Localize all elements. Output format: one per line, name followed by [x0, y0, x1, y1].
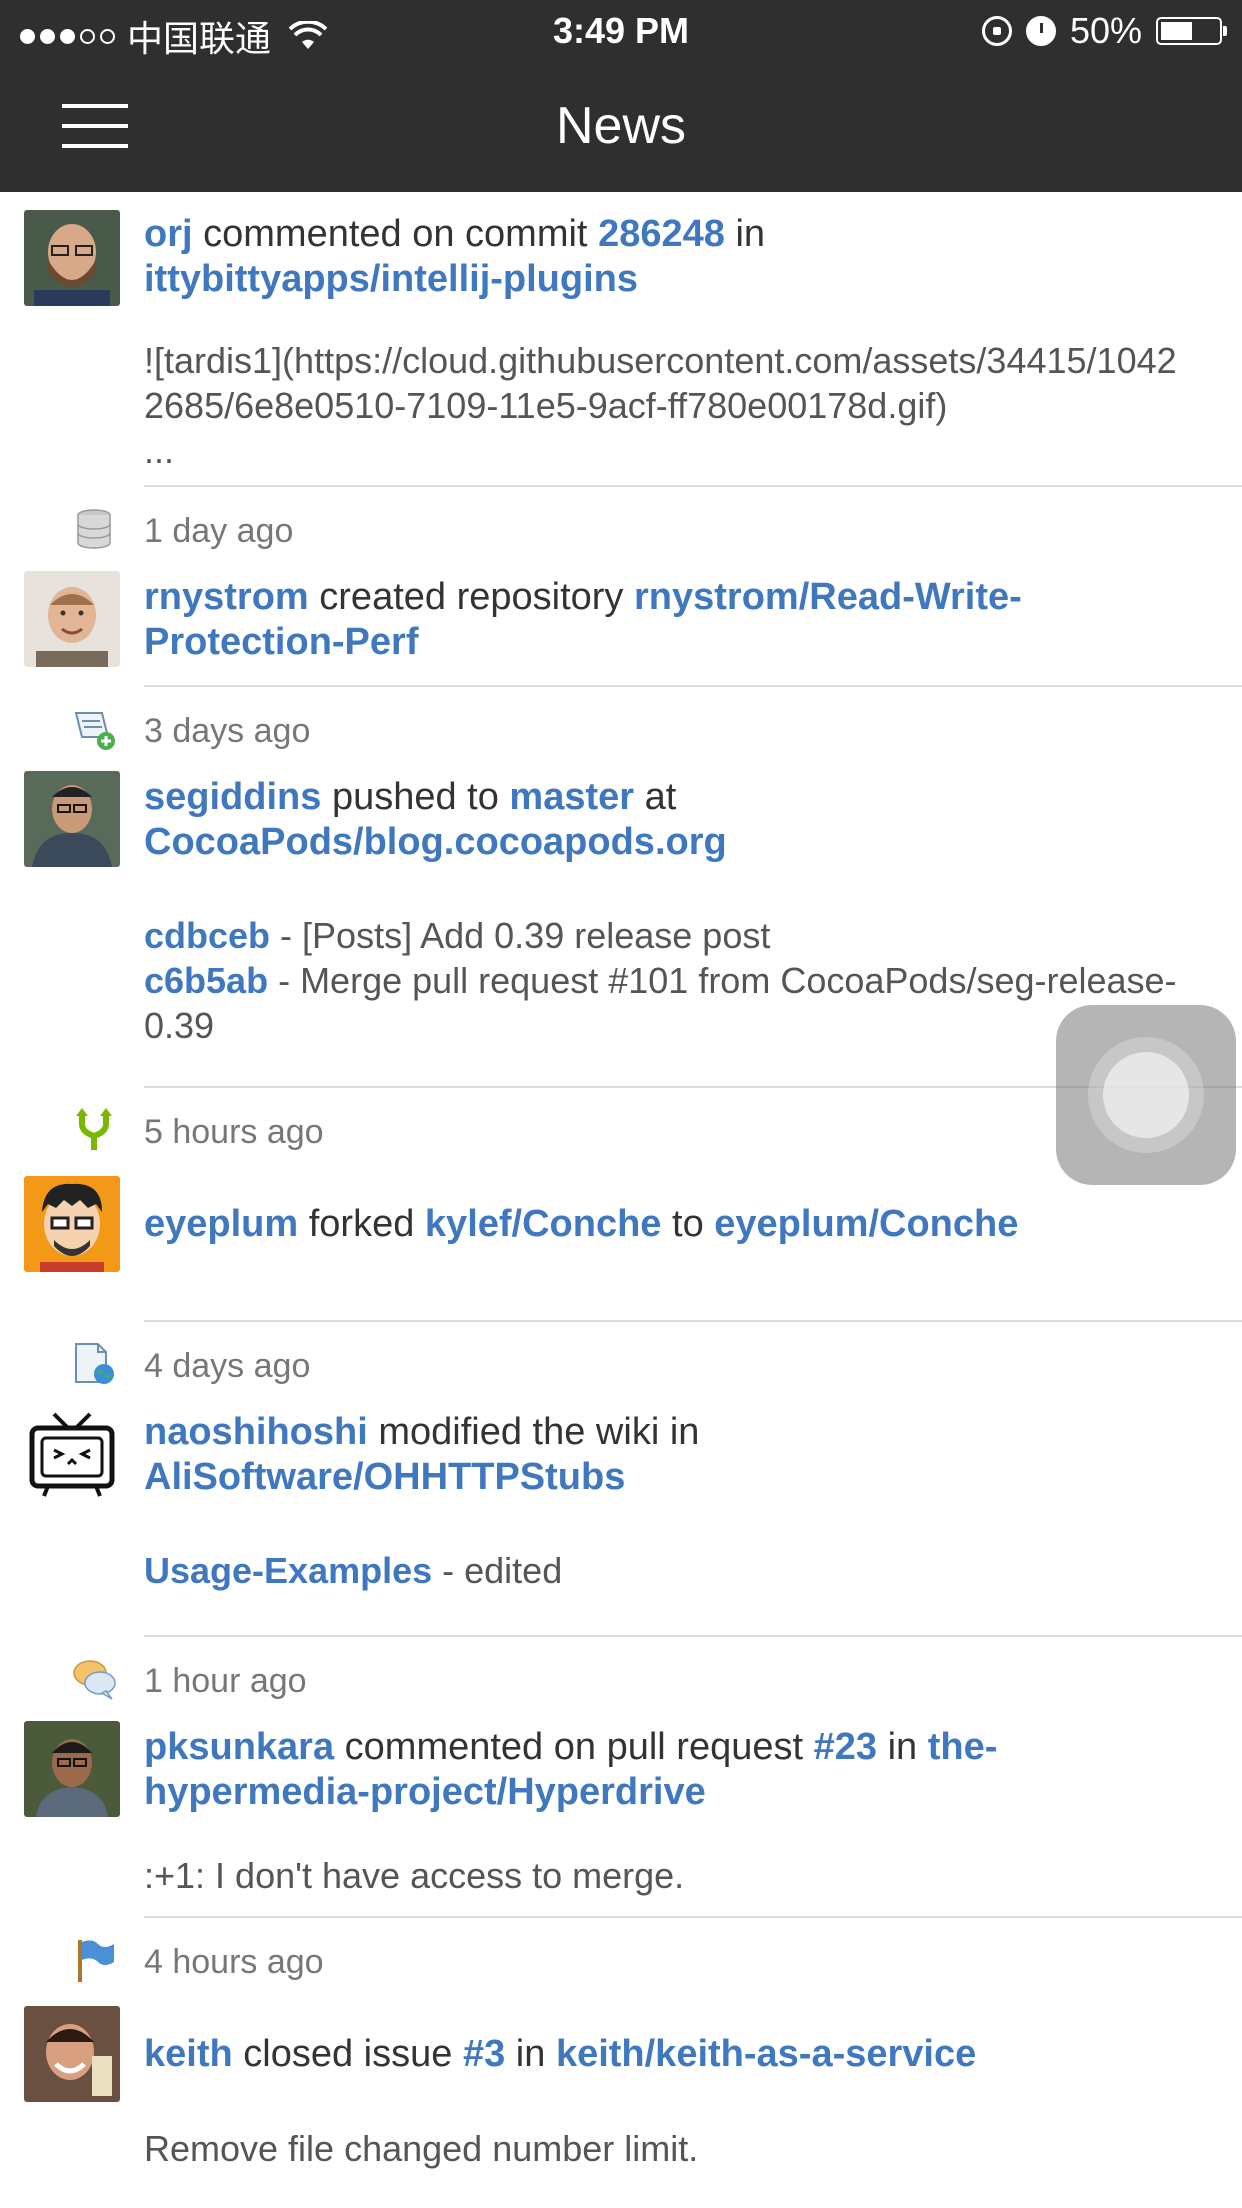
fork-repo-link[interactable]: eyeplum/Conche	[714, 1203, 1018, 1245]
orientation-lock-icon	[981, 16, 1012, 46]
user-link[interactable]: pksunkara	[144, 1726, 334, 1768]
feed-event[interactable]: naoshihoshi modified the wiki in AliSoft…	[0, 1406, 1242, 1725]
issue-body: Remove file changed number limit.	[144, 2128, 699, 2169]
event-meta: 4 hours ago	[0, 1918, 1242, 2006]
wiki-page-link[interactable]: Usage-Examples	[144, 1550, 432, 1591]
branch-link[interactable]: master	[509, 776, 634, 818]
event-time: 1 day ago	[144, 512, 294, 550]
status-right: 50%	[981, 10, 1227, 52]
alarm-icon	[1025, 16, 1056, 46]
pull-request-link[interactable]: #23	[814, 1726, 877, 1768]
user-link[interactable]: naoshihoshi	[144, 1411, 368, 1453]
comment-body: :+1: I don't have access to merge.	[144, 1855, 685, 1896]
comment-ellipsis: ...	[144, 430, 175, 471]
status-bar: 中国联通 3:49 PM 50%	[0, 0, 1242, 62]
event-headline: pksunkara commented on pull request #23 …	[144, 1726, 998, 1813]
event-meta: 4 days ago	[0, 1322, 1242, 1410]
issue-link[interactable]: #3	[463, 2033, 505, 2075]
event-time: 4 hours ago	[144, 1943, 324, 1981]
event-time: 3 days ago	[144, 712, 311, 750]
event-headline: rnystrom created repository rnystrom/Rea…	[144, 576, 1022, 663]
repo-link[interactable]: CocoaPods/blog.cocoapods.org	[144, 821, 727, 863]
avatar[interactable]	[24, 2006, 120, 2102]
user-link[interactable]: segiddins	[144, 776, 321, 818]
avatar[interactable]	[24, 1721, 120, 1817]
assistive-touch-button[interactable]	[1056, 1005, 1236, 1185]
repo-icon	[77, 509, 111, 549]
feed-event[interactable]: keith closed issue #3 in keith/keith-as-…	[0, 2006, 1242, 2171]
commit-item: c6b5ab - Merge pull request #101 from Co…	[144, 960, 1177, 1046]
avatar[interactable]	[24, 1406, 120, 1502]
event-headline: segiddins pushed to master at CocoaPods/…	[144, 776, 727, 863]
fork-icon	[76, 1108, 112, 1150]
comment-body: ![tardis1](https://cloud.githubuserconte…	[144, 340, 1177, 426]
user-link[interactable]: keith	[144, 2033, 233, 2075]
commit-sha-link[interactable]: cdbceb	[144, 915, 270, 956]
wiki-page-entry: Usage-Examples - edited	[144, 1550, 563, 1591]
feed-event[interactable]: pksunkara commented on pull request #23 …	[0, 1721, 1242, 2006]
push-icon	[74, 712, 115, 750]
repo-link[interactable]: AliSoftware/OHHTTPStubs	[144, 1456, 625, 1498]
avatar[interactable]	[24, 1176, 120, 1272]
repo-link[interactable]: keith/keith-as-a-service	[556, 2033, 976, 2075]
feed-event[interactable]: rnystrom created repository rnystrom/Rea…	[0, 571, 1242, 775]
event-headline: eyeplum forked kylef/Conche to eyeplum/C…	[144, 1203, 1019, 1245]
news-feed[interactable]: orj commented on commit 286248 in ittybi…	[0, 192, 1242, 2171]
comment-icon	[73, 1660, 116, 1700]
user-link[interactable]: orj	[144, 213, 193, 255]
commit-link[interactable]: 286248	[598, 213, 725, 255]
event-time: 4 days ago	[144, 1347, 311, 1385]
event-meta: 3 days ago	[0, 687, 1242, 775]
avatar[interactable]	[24, 571, 120, 667]
event-headline: keith closed issue #3 in keith/keith-as-…	[144, 2033, 977, 2075]
source-repo-link[interactable]: kylef/Conche	[425, 1203, 662, 1245]
event-time: 1 hour ago	[144, 1662, 307, 1700]
event-headline: orj commented on commit 286248 in ittybi…	[144, 213, 766, 300]
event-time: 5 hours ago	[144, 1113, 324, 1151]
event-meta: 1 hour ago	[0, 1637, 1242, 1725]
battery-icon	[1156, 17, 1227, 45]
avatar[interactable]	[24, 771, 120, 867]
issue-closed-icon	[78, 1940, 114, 1982]
nav-bar: News	[0, 62, 1242, 192]
repo-link[interactable]: ittybittyapps/intellij-plugins	[144, 258, 638, 300]
wiki-icon	[75, 1343, 114, 1384]
commit-list: cdbceb - [Posts] Add 0.39 release post c…	[0, 871, 1242, 1048]
event-headline: naoshihoshi modified the wiki in AliSoft…	[144, 1411, 700, 1498]
user-link[interactable]: rnystrom	[144, 576, 309, 618]
feed-event[interactable]: orj commented on commit 286248 in ittybi…	[0, 192, 1242, 575]
battery-percent: 50%	[1069, 10, 1142, 51]
user-link[interactable]: eyeplum	[144, 1203, 298, 1245]
page-title: News	[555, 97, 687, 155]
commit-sha-link[interactable]: c6b5ab	[144, 960, 268, 1001]
feed-event[interactable]: eyeplum forked kylef/Conche to eyeplum/C…	[0, 1176, 1242, 1410]
avatar[interactable]	[24, 210, 120, 306]
event-meta: 1 day ago	[0, 487, 1242, 575]
commit-item: cdbceb - [Posts] Add 0.39 release post	[144, 915, 771, 956]
